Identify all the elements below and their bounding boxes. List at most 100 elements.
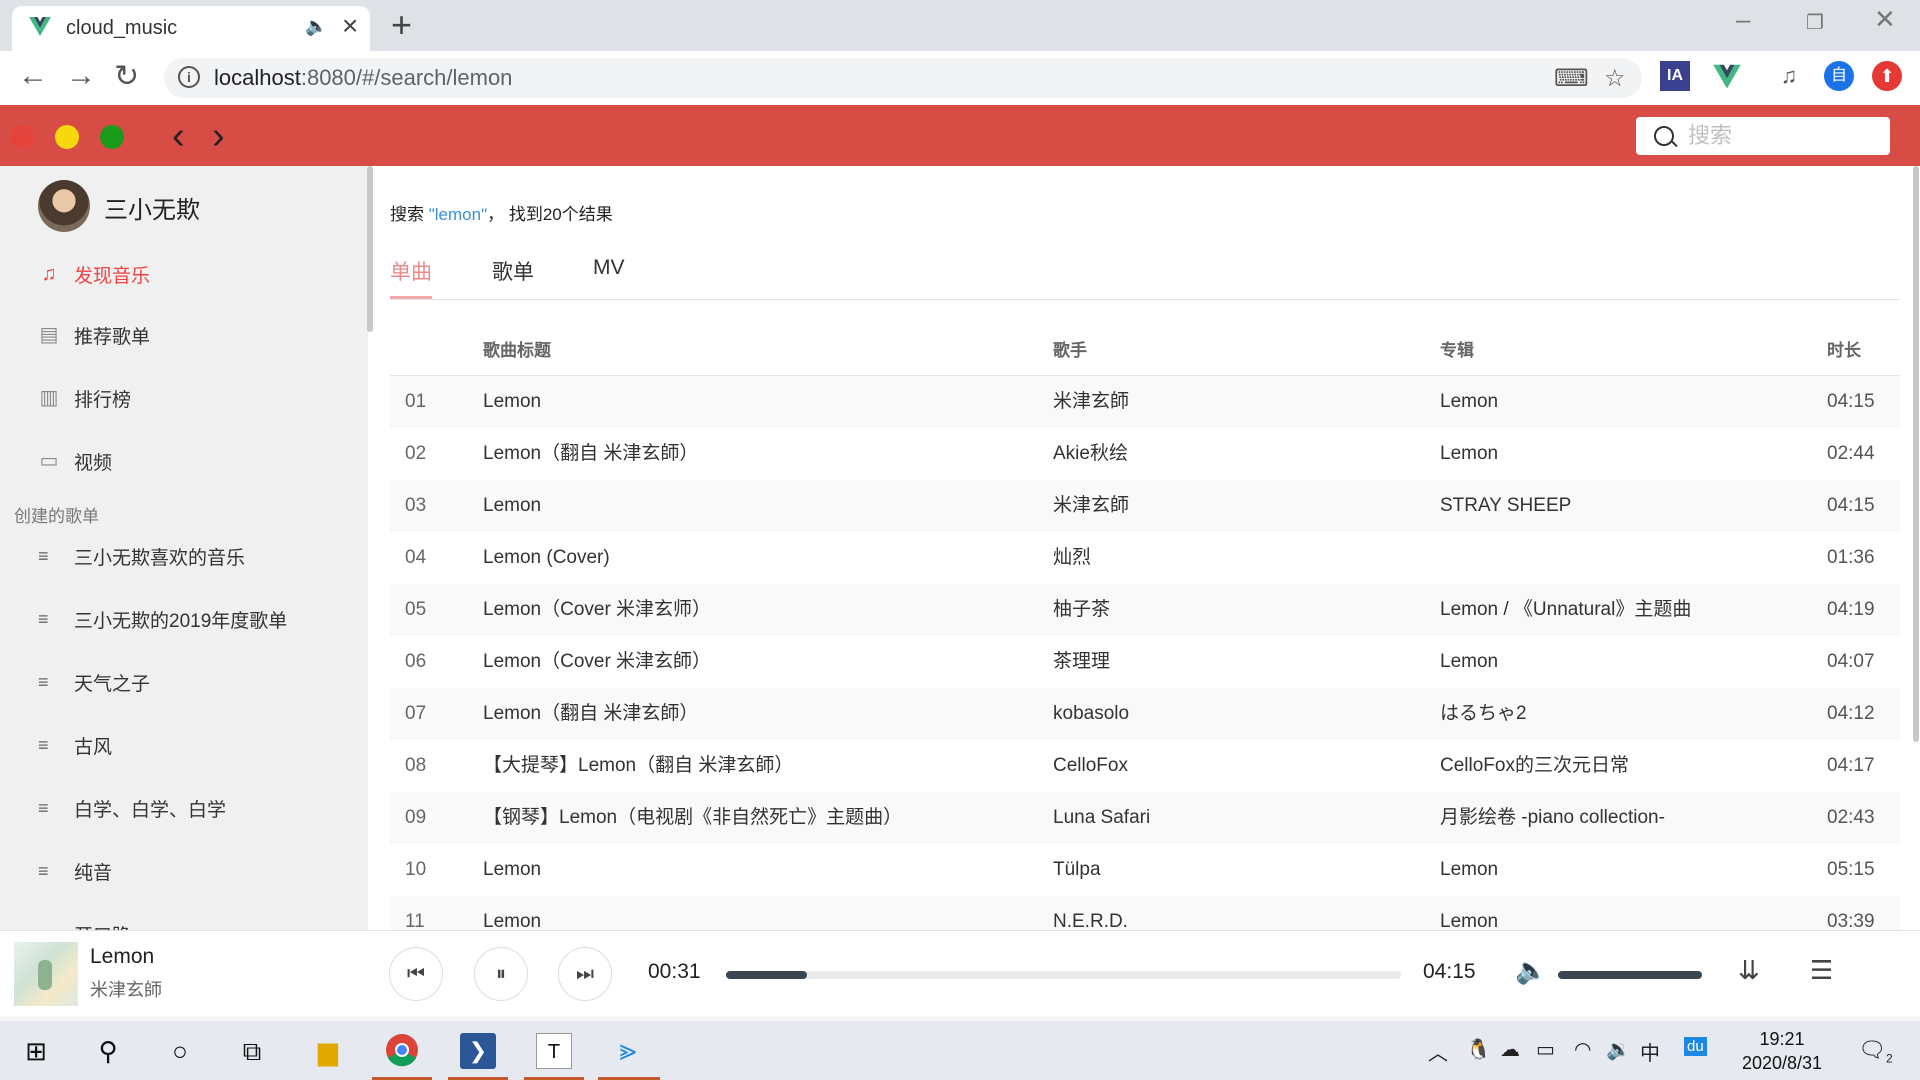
row-album[interactable]: はるちゃ2: [1440, 688, 1527, 740]
ime-indicator[interactable]: 中: [1640, 1037, 1660, 1066]
volume-icon[interactable]: 🔈: [1515, 955, 1547, 986]
notification-icon[interactable]: 🗨2: [1858, 1037, 1893, 1065]
onedrive-icon[interactable]: ☁: [1500, 1037, 1520, 1062]
progress-bar[interactable]: [726, 971, 1401, 979]
table-row[interactable]: 08 【大提琴】Lemon（翻自 米津玄師） CelloFox CelloFox的三次…: [390, 740, 1900, 792]
search-taskbar-icon[interactable]: ⚲: [90, 1033, 126, 1069]
tab-playlists[interactable]: 歌单: [492, 256, 534, 296]
playlist-queue-icon[interactable]: ☰: [1810, 955, 1833, 986]
battery-icon[interactable]: ▭: [1536, 1037, 1555, 1062]
previous-track-button[interactable]: ⏮: [389, 947, 443, 1001]
wifi-icon[interactable]: ◠: [1574, 1037, 1591, 1062]
minimize-icon[interactable]: –: [1736, 4, 1750, 35]
history-back-icon[interactable]: ‹: [172, 115, 185, 158]
row-album[interactable]: STRAY SHEEP: [1440, 480, 1571, 532]
cortana-icon[interactable]: ○: [162, 1033, 198, 1069]
translate-icon[interactable]: ⌨: [1554, 64, 1589, 93]
forward-icon[interactable]: →: [66, 59, 96, 93]
row-artist[interactable]: Tülpa: [1053, 844, 1101, 896]
header-duration[interactable]: 时长: [1827, 326, 1861, 378]
update-icon[interactable]: ⬆: [1872, 61, 1902, 91]
system-clock[interactable]: 19:21 2020/8/31: [1732, 1027, 1832, 1075]
sidebar-item-video[interactable]: ▭ 视频: [36, 446, 112, 476]
sidebar-playlist-item[interactable]: ≡ 天气之子: [38, 668, 150, 696]
row-album[interactable]: 月影绘卷 -piano collection-: [1440, 792, 1665, 844]
table-row[interactable]: 06 Lemon（Cover 米津玄師） 茶理理 Lemon 04:07: [390, 636, 1900, 688]
next-track-button[interactable]: ⏭: [558, 947, 612, 1001]
row-artist[interactable]: CelloFox: [1053, 740, 1128, 792]
album-cover[interactable]: [14, 942, 78, 1006]
tab-mv[interactable]: MV: [593, 256, 625, 290]
table-row[interactable]: 05 Lemon（Cover 米津玄师） 柚子茶 Lemon / 《Unnatural…: [390, 584, 1900, 636]
reload-icon[interactable]: ↻: [114, 59, 139, 94]
now-playing-artist[interactable]: 米津玄師: [90, 976, 162, 1002]
tab-close-icon[interactable]: ×: [342, 10, 358, 42]
sidebar-playlist-item[interactable]: ≡ 古风: [38, 731, 112, 759]
qq-icon[interactable]: 🐧: [1466, 1037, 1491, 1062]
row-artist[interactable]: 茶理理: [1053, 636, 1110, 688]
row-artist[interactable]: Luna Safari: [1053, 792, 1150, 844]
row-artist[interactable]: 米津玄師: [1053, 480, 1129, 532]
row-artist[interactable]: 柚子茶: [1053, 584, 1110, 636]
address-bar[interactable]: i localhost:8080/#/search/lemon ⌨ ☆: [164, 58, 1642, 98]
row-artist[interactable]: 米津玄師: [1053, 376, 1129, 428]
new-tab-button[interactable]: +: [391, 4, 412, 46]
vscode-icon[interactable]: ⪢: [610, 1033, 646, 1069]
history-forward-icon[interactable]: ›: [212, 115, 225, 158]
table-row[interactable]: 11 Lemon N.E.R.D. Lemon 03:39: [390, 896, 1900, 930]
close-window-icon[interactable]: ✕: [1874, 4, 1896, 35]
table-row[interactable]: 07 Lemon（翻自 米津玄師） kobasolo はるちゃ2 04:12: [390, 688, 1900, 740]
tray-expand-icon[interactable]: ︿: [1428, 1037, 1448, 1066]
tab-audio-icon[interactable]: 🔈: [305, 16, 327, 37]
table-row[interactable]: 02 Lemon（翻自 米津玄師） Akie秋绘 Lemon 02:44: [390, 428, 1900, 480]
search-input[interactable]: [1688, 121, 1878, 151]
info-icon[interactable]: i: [178, 66, 200, 88]
vue-devtools-icon[interactable]: [1712, 61, 1742, 91]
close-dot-icon[interactable]: [10, 125, 34, 149]
table-row[interactable]: 10 Lemon Tülpa Lemon 05:15: [390, 844, 1900, 896]
sidebar-playlist-item[interactable]: ≡ 白学、白学、白学: [38, 794, 226, 822]
main-scrollbar[interactable]: [1913, 166, 1919, 742]
row-artist[interactable]: 灿烈: [1053, 532, 1091, 584]
now-playing-title[interactable]: Lemon: [90, 945, 154, 969]
volume-slider[interactable]: [1558, 971, 1702, 979]
row-album[interactable]: Lemon: [1440, 636, 1498, 688]
bookmark-star-icon[interactable]: ☆: [1604, 64, 1626, 93]
row-artist[interactable]: Akie秋绘: [1053, 428, 1128, 480]
row-album[interactable]: Lemon: [1440, 896, 1498, 930]
table-row[interactable]: 04 Lemon (Cover) 灿烈 01:36: [390, 532, 1900, 584]
profile-avatar[interactable]: 自: [1824, 61, 1854, 91]
table-row[interactable]: 01 Lemon 米津玄師 Lemon 04:15: [390, 376, 1900, 428]
file-explorer-icon[interactable]: ▆: [310, 1033, 346, 1069]
user-name[interactable]: 三小无欺: [104, 190, 200, 225]
sidebar-item-discover[interactable]: ♫ 发现音乐: [36, 259, 151, 289]
tab-songs[interactable]: 单曲: [390, 256, 432, 299]
sidebar-item-recommended[interactable]: ▤ 推荐歌单: [36, 320, 150, 350]
row-album[interactable]: Lemon / 《Unnatural》主题曲: [1440, 584, 1691, 636]
play-mode-icon[interactable]: ⇊: [1738, 955, 1760, 986]
sidebar-playlist-item[interactable]: ≡开口跪: [38, 920, 131, 931]
row-album[interactable]: Lemon: [1440, 376, 1498, 428]
typora-icon[interactable]: T: [536, 1033, 572, 1069]
ia-extension-icon[interactable]: IA: [1660, 61, 1690, 91]
table-row[interactable]: 03 Lemon 米津玄師 STRAY SHEEP 04:15: [390, 480, 1900, 532]
maximize-dot-icon[interactable]: [100, 125, 124, 149]
url-text[interactable]: localhost:8080/#/search/lemon: [214, 65, 512, 91]
restore-icon[interactable]: ❐: [1806, 10, 1824, 35]
media-control-icon[interactable]: ♫: [1774, 61, 1804, 91]
back-icon[interactable]: ←: [18, 59, 48, 93]
chrome-icon[interactable]: [384, 1033, 420, 1069]
row-album[interactable]: Lemon: [1440, 844, 1498, 896]
sidebar-playlist-item[interactable]: ≡ 纯音: [38, 857, 112, 885]
table-row[interactable]: 09 【钢琴】Lemon（电视剧《非自然死亡》主题曲） Luna Safari 月影绘…: [390, 792, 1900, 844]
sidebar-item-charts[interactable]: ▥ 排行榜: [36, 383, 131, 413]
pause-button[interactable]: ⏸: [474, 947, 528, 1001]
sidebar-playlist-item[interactable]: ≡ 三小无欺喜欢的音乐: [38, 542, 245, 570]
header-album[interactable]: 专辑: [1440, 326, 1474, 378]
search-box[interactable]: [1636, 117, 1890, 155]
speaker-icon[interactable]: 🔉: [1606, 1037, 1631, 1062]
task-view-icon[interactable]: ⧉: [234, 1033, 270, 1069]
baidu-icon[interactable]: du: [1684, 1037, 1707, 1056]
row-album[interactable]: CelloFox的三次元日常: [1440, 740, 1629, 792]
row-album[interactable]: Lemon: [1440, 428, 1498, 480]
